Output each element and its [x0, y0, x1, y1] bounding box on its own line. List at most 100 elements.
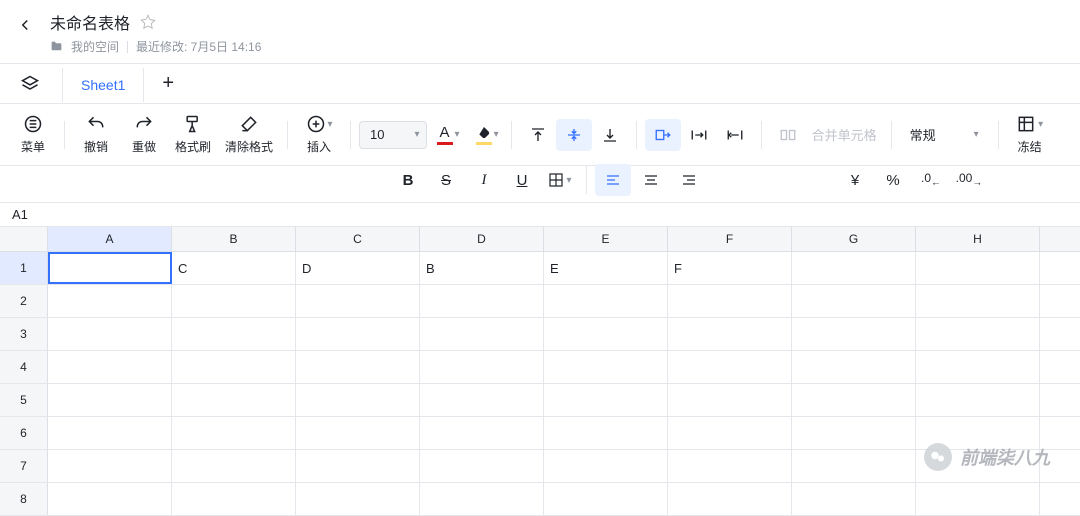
name-box[interactable]: A1	[0, 203, 1080, 227]
insert-button[interactable]: ▾ 插入	[296, 110, 342, 159]
row-header[interactable]: 7	[0, 450, 48, 482]
cell[interactable]	[792, 483, 916, 515]
cell[interactable]	[48, 384, 172, 416]
cell[interactable]: D	[296, 252, 420, 284]
cell[interactable]	[916, 351, 1040, 383]
strike-button[interactable]: S	[428, 164, 464, 196]
cell[interactable]	[172, 384, 296, 416]
cell[interactable]	[668, 285, 792, 317]
border-button[interactable]: ▾	[542, 164, 578, 196]
cell[interactable]	[48, 483, 172, 515]
cell[interactable]	[420, 384, 544, 416]
cell[interactable]	[172, 318, 296, 350]
row-header[interactable]: 2	[0, 285, 48, 317]
cell[interactable]	[172, 450, 296, 482]
font-size-select[interactable]: 10 ▾	[359, 121, 427, 149]
cell[interactable]	[544, 417, 668, 449]
fill-color-button[interactable]: ▾	[472, 123, 503, 147]
cell[interactable]	[296, 483, 420, 515]
wrap-overflow-button[interactable]	[645, 119, 681, 151]
italic-button[interactable]: I	[466, 164, 502, 196]
col-header[interactable]: A	[48, 227, 172, 251]
cell[interactable]	[668, 384, 792, 416]
currency-button[interactable]: ¥	[837, 164, 873, 196]
cell[interactable]	[48, 252, 172, 284]
wrap-text-button[interactable]	[717, 119, 753, 151]
number-format-select[interactable]: 常规 ▾	[900, 125, 990, 144]
cell[interactable]	[420, 285, 544, 317]
cell[interactable]	[668, 351, 792, 383]
row-header[interactable]: 8	[0, 483, 48, 515]
cell[interactable]	[296, 318, 420, 350]
cell[interactable]	[296, 285, 420, 317]
cell[interactable]	[420, 417, 544, 449]
row-header[interactable]: 4	[0, 351, 48, 383]
freeze-button[interactable]: ▾ 冻结	[1007, 110, 1053, 159]
folder-name[interactable]: 我的空间	[71, 38, 119, 55]
text-color-button[interactable]: A ▾	[433, 122, 464, 147]
decrease-decimal-button[interactable]: .0←	[913, 164, 949, 196]
align-right-button[interactable]	[671, 164, 707, 196]
clear-format-button[interactable]: 清除格式	[219, 110, 279, 159]
cell[interactable]	[172, 351, 296, 383]
star-icon[interactable]	[140, 14, 156, 30]
cell[interactable]	[668, 483, 792, 515]
align-bottom-button[interactable]	[592, 119, 628, 151]
cell[interactable]	[172, 417, 296, 449]
col-header[interactable]: C	[296, 227, 420, 251]
cell[interactable]: E	[544, 252, 668, 284]
cell[interactable]	[420, 351, 544, 383]
cell[interactable]	[544, 318, 668, 350]
cell[interactable]	[668, 318, 792, 350]
cell[interactable]	[668, 450, 792, 482]
col-header[interactable]: H	[916, 227, 1040, 251]
col-header[interactable]: B	[172, 227, 296, 251]
format-painter-button[interactable]: 格式刷	[169, 110, 217, 159]
back-button[interactable]	[16, 16, 34, 34]
row-header[interactable]: 3	[0, 318, 48, 350]
cell[interactable]	[544, 483, 668, 515]
cell[interactable]	[420, 318, 544, 350]
cell[interactable]	[48, 417, 172, 449]
col-header[interactable]: F	[668, 227, 792, 251]
cell[interactable]	[792, 285, 916, 317]
align-left-button[interactable]	[595, 164, 631, 196]
layers-icon[interactable]	[10, 68, 50, 100]
cell[interactable]	[792, 417, 916, 449]
align-middle-button[interactable]	[556, 119, 592, 151]
cell[interactable]	[172, 285, 296, 317]
spreadsheet-grid[interactable]: A B C D E F G H 1 C D B E F 2 3 4 5 6 7 …	[0, 227, 1080, 516]
cell[interactable]	[420, 483, 544, 515]
cell[interactable]	[792, 351, 916, 383]
cell[interactable]	[544, 384, 668, 416]
cell[interactable]	[916, 252, 1040, 284]
cell[interactable]	[916, 318, 1040, 350]
cell[interactable]: C	[172, 252, 296, 284]
cell[interactable]	[544, 285, 668, 317]
row-header[interactable]: 5	[0, 384, 48, 416]
cell[interactable]	[420, 450, 544, 482]
cell[interactable]	[792, 318, 916, 350]
bold-button[interactable]: B	[390, 164, 426, 196]
cell[interactable]	[668, 417, 792, 449]
cell[interactable]	[792, 450, 916, 482]
cell[interactable]	[48, 285, 172, 317]
cell[interactable]	[172, 483, 296, 515]
align-top-button[interactable]	[520, 119, 556, 151]
cell[interactable]	[544, 450, 668, 482]
row-header[interactable]: 6	[0, 417, 48, 449]
percent-button[interactable]: %	[875, 164, 911, 196]
cell[interactable]	[296, 384, 420, 416]
cell[interactable]	[916, 285, 1040, 317]
menu-button[interactable]: 菜单	[10, 110, 56, 159]
increase-decimal-button[interactable]: .00→	[951, 164, 987, 196]
select-all-corner[interactable]	[0, 227, 48, 251]
cell[interactable]	[544, 351, 668, 383]
cell[interactable]	[48, 450, 172, 482]
cell[interactable]	[48, 318, 172, 350]
wrap-clip-button[interactable]	[681, 119, 717, 151]
cell[interactable]	[916, 384, 1040, 416]
cell[interactable]	[48, 351, 172, 383]
doc-title[interactable]: 未命名表格	[50, 10, 130, 34]
row-header[interactable]: 1	[0, 252, 48, 284]
